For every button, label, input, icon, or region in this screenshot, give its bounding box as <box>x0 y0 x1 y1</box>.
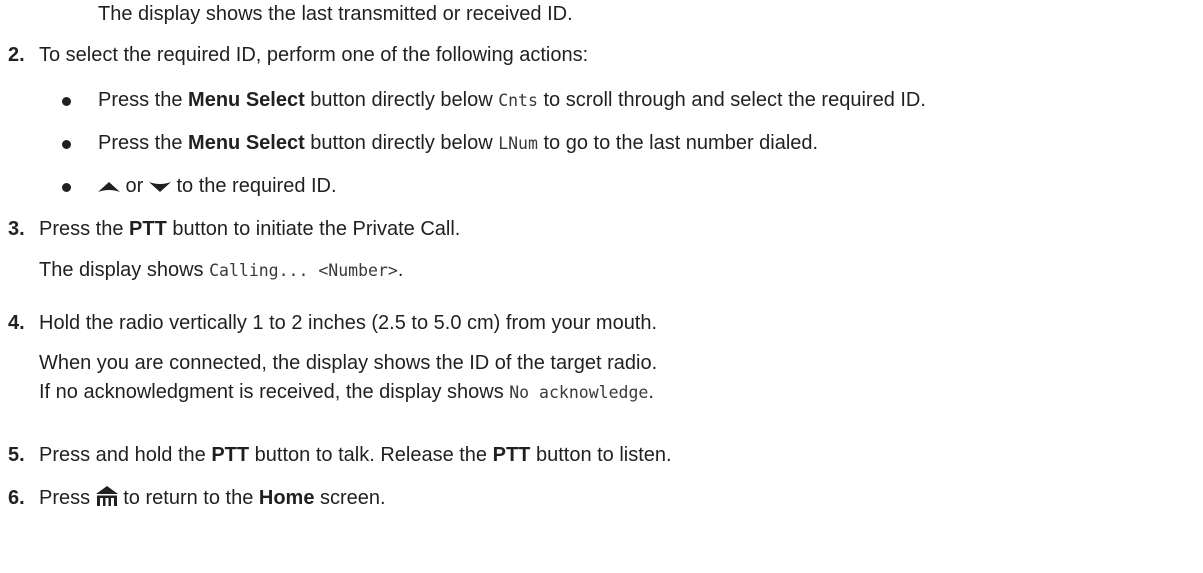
step-4-text: Hold the radio vertically 1 to 2 inches … <box>39 312 658 334</box>
bullet-dot <box>62 183 71 192</box>
bullet-3: or to the required ID. <box>98 174 337 198</box>
step-6-number: 6. <box>8 487 25 509</box>
bullet-dot <box>62 97 71 106</box>
step-1-result: The display shows the last transmitted o… <box>98 3 573 25</box>
bullet-dot <box>62 140 71 149</box>
step-4-result-2: If no acknowledgment is received, the di… <box>39 381 654 403</box>
softkey-lnum: LNum <box>498 134 538 153</box>
down-arrow-icon <box>148 181 171 192</box>
step-3-number: 3. <box>8 218 25 240</box>
step-3-result: The display shows Calling... <Number>. <box>39 259 404 281</box>
step-3-text: Press the PTT button to initiate the Pri… <box>39 218 461 240</box>
bullet-1: Press the Menu Select button directly be… <box>98 89 926 111</box>
step-5-text: Press and hold the PTT button to talk. R… <box>39 444 672 466</box>
step-5-number: 5. <box>8 444 25 466</box>
bullet-2: Press the Menu Select button directly be… <box>98 132 819 154</box>
step-4-result-1: When you are connected, the display show… <box>39 352 658 374</box>
softkey-cnts: Cnts <box>498 91 538 110</box>
up-arrow-icon <box>98 181 120 192</box>
step-6-text: Press to return to the Home screen. <box>39 485 386 509</box>
no-acknowledge-display-text: No acknowledge <box>509 383 649 402</box>
home-icon <box>95 485 118 506</box>
calling-display-text: Calling... <Number> <box>209 261 398 280</box>
step-4-number: 4. <box>8 312 25 334</box>
step-2-number: 2. <box>8 44 25 66</box>
step-2-text: To select the required ID, perform one o… <box>39 44 589 66</box>
